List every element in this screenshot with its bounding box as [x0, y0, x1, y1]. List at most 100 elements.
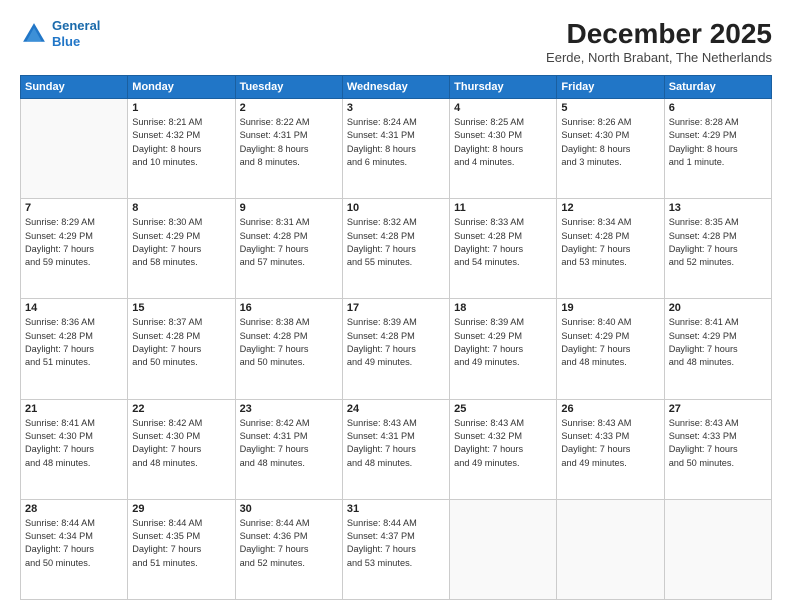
logo-icon [20, 20, 48, 48]
location: Eerde, North Brabant, The Netherlands [546, 50, 772, 65]
day-info: Sunrise: 8:42 AM Sunset: 4:31 PM Dayligh… [240, 417, 338, 470]
day-info: Sunrise: 8:34 AM Sunset: 4:28 PM Dayligh… [561, 216, 659, 269]
day-number: 11 [454, 202, 552, 214]
week-row-0: 1 Sunrise: 8:21 AM Sunset: 4:32 PM Daylig… [21, 99, 772, 199]
day-number: 16 [240, 302, 338, 314]
weekday-header-row: SundayMondayTuesdayWednesdayThursdayFrid… [21, 76, 772, 99]
calendar-cell: 21Sunrise: 8:41 AM Sunset: 4:30 PM Dayli… [21, 399, 128, 499]
day-info: Sunrise: 8:43 AM Sunset: 4:33 PM Dayligh… [561, 417, 659, 470]
day-info: Sunrise: 8:25 AM Sunset: 4:30 PM Dayligh… [454, 116, 552, 169]
day-info: Sunrise: 8:41 AM Sunset: 4:30 PM Dayligh… [25, 417, 123, 470]
day-number: 19 [561, 302, 659, 314]
day-info: Sunrise: 8:43 AM Sunset: 4:31 PM Dayligh… [347, 417, 445, 470]
day-info: Sunrise: 8:36 AM Sunset: 4:28 PM Dayligh… [25, 316, 123, 369]
day-info: Sunrise: 8:44 AM Sunset: 4:34 PM Dayligh… [25, 517, 123, 570]
day-number: 5 [561, 102, 659, 114]
weekday-friday: Friday [557, 76, 664, 99]
day-number: 1 [132, 102, 230, 114]
day-number: 17 [347, 302, 445, 314]
calendar-cell [450, 499, 557, 599]
calendar-table: SundayMondayTuesdayWednesdayThursdayFrid… [20, 75, 772, 600]
day-number: 10 [347, 202, 445, 214]
day-number: 25 [454, 403, 552, 415]
calendar-cell: 20 Sunrise: 8:41 AM Sunset: 4:29 PM Dayli… [664, 299, 771, 399]
calendar-cell [21, 99, 128, 199]
day-info: Sunrise: 8:38 AM Sunset: 4:28 PM Dayligh… [240, 316, 338, 369]
calendar-cell: 22Sunrise: 8:42 AM Sunset: 4:30 PM Dayli… [128, 399, 235, 499]
day-number: 14 [25, 302, 123, 314]
weekday-monday: Monday [128, 76, 235, 99]
month-title: December 2025 [546, 18, 772, 50]
calendar-cell: 23 Sunrise: 8:42 AM Sunset: 4:31 PM Dayli… [235, 399, 342, 499]
day-info: Sunrise: 8:44 AM Sunset: 4:37 PM Dayligh… [347, 517, 445, 570]
day-info: Sunrise: 8:26 AM Sunset: 4:30 PM Dayligh… [561, 116, 659, 169]
calendar-cell: 31 Sunrise: 8:44 AM Sunset: 4:37 PM Dayli… [342, 499, 449, 599]
calendar-cell: 25Sunrise: 8:43 AM Sunset: 4:32 PM Dayli… [450, 399, 557, 499]
day-number: 9 [240, 202, 338, 214]
calendar-cell: 28 Sunrise: 8:44 AM Sunset: 4:34 PM Dayli… [21, 499, 128, 599]
day-number: 28 [25, 503, 123, 515]
day-info: Sunrise: 8:21 AM Sunset: 4:32 PM Dayligh… [132, 116, 230, 169]
calendar-cell: 18 Sunrise: 8:39 AM Sunset: 4:29 PM Dayli… [450, 299, 557, 399]
day-info: Sunrise: 8:22 AM Sunset: 4:31 PM Dayligh… [240, 116, 338, 169]
day-number: 8 [132, 202, 230, 214]
calendar-cell: 5 Sunrise: 8:26 AM Sunset: 4:30 PM Daylig… [557, 99, 664, 199]
day-number: 20 [669, 302, 767, 314]
calendar-cell: 30Sunrise: 8:44 AM Sunset: 4:36 PM Dayli… [235, 499, 342, 599]
day-number: 2 [240, 102, 338, 114]
logo: General Blue [20, 18, 100, 49]
day-info: Sunrise: 8:37 AM Sunset: 4:28 PM Dayligh… [132, 316, 230, 369]
day-info: Sunrise: 8:43 AM Sunset: 4:33 PM Dayligh… [669, 417, 767, 470]
weekday-thursday: Thursday [450, 76, 557, 99]
week-row-3: 21Sunrise: 8:41 AM Sunset: 4:30 PM Dayli… [21, 399, 772, 499]
day-info: Sunrise: 8:35 AM Sunset: 4:28 PM Dayligh… [669, 216, 767, 269]
calendar-cell: 19 Sunrise: 8:40 AM Sunset: 4:29 PM Dayli… [557, 299, 664, 399]
weekday-sunday: Sunday [21, 76, 128, 99]
calendar-cell: 4 Sunrise: 8:25 AM Sunset: 4:30 PM Daylig… [450, 99, 557, 199]
calendar-cell: 29Sunrise: 8:44 AM Sunset: 4:35 PM Dayli… [128, 499, 235, 599]
day-info: Sunrise: 8:24 AM Sunset: 4:31 PM Dayligh… [347, 116, 445, 169]
calendar-cell: 1 Sunrise: 8:21 AM Sunset: 4:32 PM Daylig… [128, 99, 235, 199]
day-info: Sunrise: 8:41 AM Sunset: 4:29 PM Dayligh… [669, 316, 767, 369]
day-number: 24 [347, 403, 445, 415]
weekday-wednesday: Wednesday [342, 76, 449, 99]
calendar-cell: 15 Sunrise: 8:37 AM Sunset: 4:28 PM Dayli… [128, 299, 235, 399]
weekday-saturday: Saturday [664, 76, 771, 99]
day-info: Sunrise: 8:29 AM Sunset: 4:29 PM Dayligh… [25, 216, 123, 269]
day-number: 23 [240, 403, 338, 415]
calendar-cell: 11 Sunrise: 8:33 AM Sunset: 4:28 PM Dayli… [450, 199, 557, 299]
header: General Blue December 2025 Eerde, North … [20, 18, 772, 65]
calendar-cell: 27 Sunrise: 8:43 AM Sunset: 4:33 PM Dayli… [664, 399, 771, 499]
weekday-tuesday: Tuesday [235, 76, 342, 99]
day-info: Sunrise: 8:39 AM Sunset: 4:28 PM Dayligh… [347, 316, 445, 369]
week-row-4: 28 Sunrise: 8:44 AM Sunset: 4:34 PM Dayli… [21, 499, 772, 599]
day-info: Sunrise: 8:30 AM Sunset: 4:29 PM Dayligh… [132, 216, 230, 269]
calendar-cell: 24 Sunrise: 8:43 AM Sunset: 4:31 PM Dayli… [342, 399, 449, 499]
day-number: 31 [347, 503, 445, 515]
day-number: 15 [132, 302, 230, 314]
day-number: 27 [669, 403, 767, 415]
calendar-cell: 10 Sunrise: 8:32 AM Sunset: 4:28 PM Dayli… [342, 199, 449, 299]
day-info: Sunrise: 8:39 AM Sunset: 4:29 PM Dayligh… [454, 316, 552, 369]
day-number: 30 [240, 503, 338, 515]
day-info: Sunrise: 8:33 AM Sunset: 4:28 PM Dayligh… [454, 216, 552, 269]
calendar-cell: 9Sunrise: 8:31 AM Sunset: 4:28 PM Daylig… [235, 199, 342, 299]
calendar-cell: 13 Sunrise: 8:35 AM Sunset: 4:28 PM Dayli… [664, 199, 771, 299]
day-number: 13 [669, 202, 767, 214]
title-area: December 2025 Eerde, North Brabant, The … [546, 18, 772, 65]
day-info: Sunrise: 8:40 AM Sunset: 4:29 PM Dayligh… [561, 316, 659, 369]
day-number: 26 [561, 403, 659, 415]
calendar-cell: 16 Sunrise: 8:38 AM Sunset: 4:28 PM Dayli… [235, 299, 342, 399]
calendar-cell: 6Sunrise: 8:28 AM Sunset: 4:29 PM Daylig… [664, 99, 771, 199]
week-row-1: 7Sunrise: 8:29 AM Sunset: 4:29 PM Daylig… [21, 199, 772, 299]
logo-text: General Blue [52, 18, 100, 49]
day-info: Sunrise: 8:32 AM Sunset: 4:28 PM Dayligh… [347, 216, 445, 269]
calendar-cell: 12Sunrise: 8:34 AM Sunset: 4:28 PM Dayli… [557, 199, 664, 299]
calendar-cell: 14 Sunrise: 8:36 AM Sunset: 4:28 PM Dayli… [21, 299, 128, 399]
calendar-cell [664, 499, 771, 599]
calendar-cell: 7Sunrise: 8:29 AM Sunset: 4:29 PM Daylig… [21, 199, 128, 299]
day-number: 18 [454, 302, 552, 314]
calendar-cell [557, 499, 664, 599]
logo-line1: General [52, 18, 100, 33]
day-number: 4 [454, 102, 552, 114]
